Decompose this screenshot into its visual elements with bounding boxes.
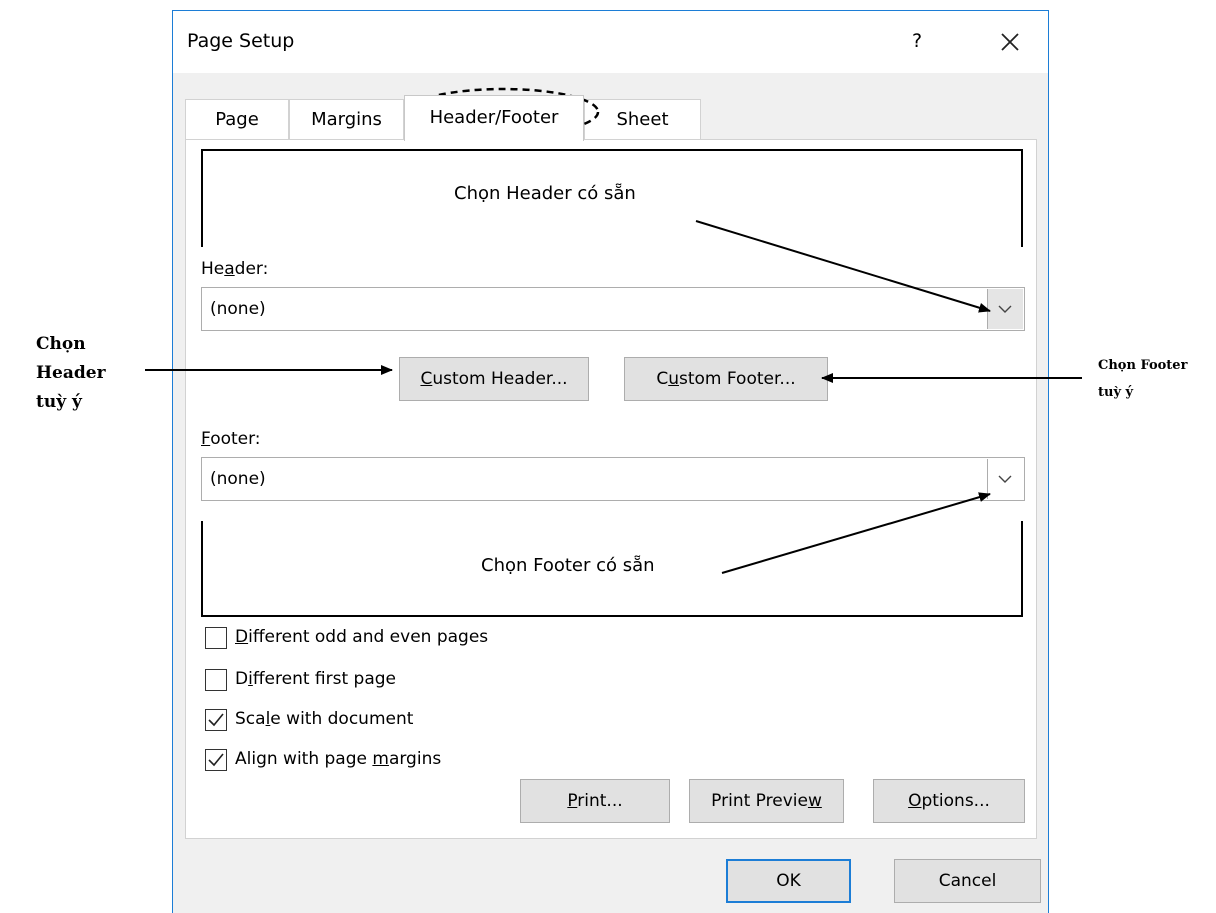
arrow-footer-preset (721, 492, 991, 574)
arrow-header-preset (695, 220, 991, 313)
tab-header-footer[interactable]: Header/Footer (404, 95, 584, 141)
annotation-overlay (145, 87, 1082, 574)
